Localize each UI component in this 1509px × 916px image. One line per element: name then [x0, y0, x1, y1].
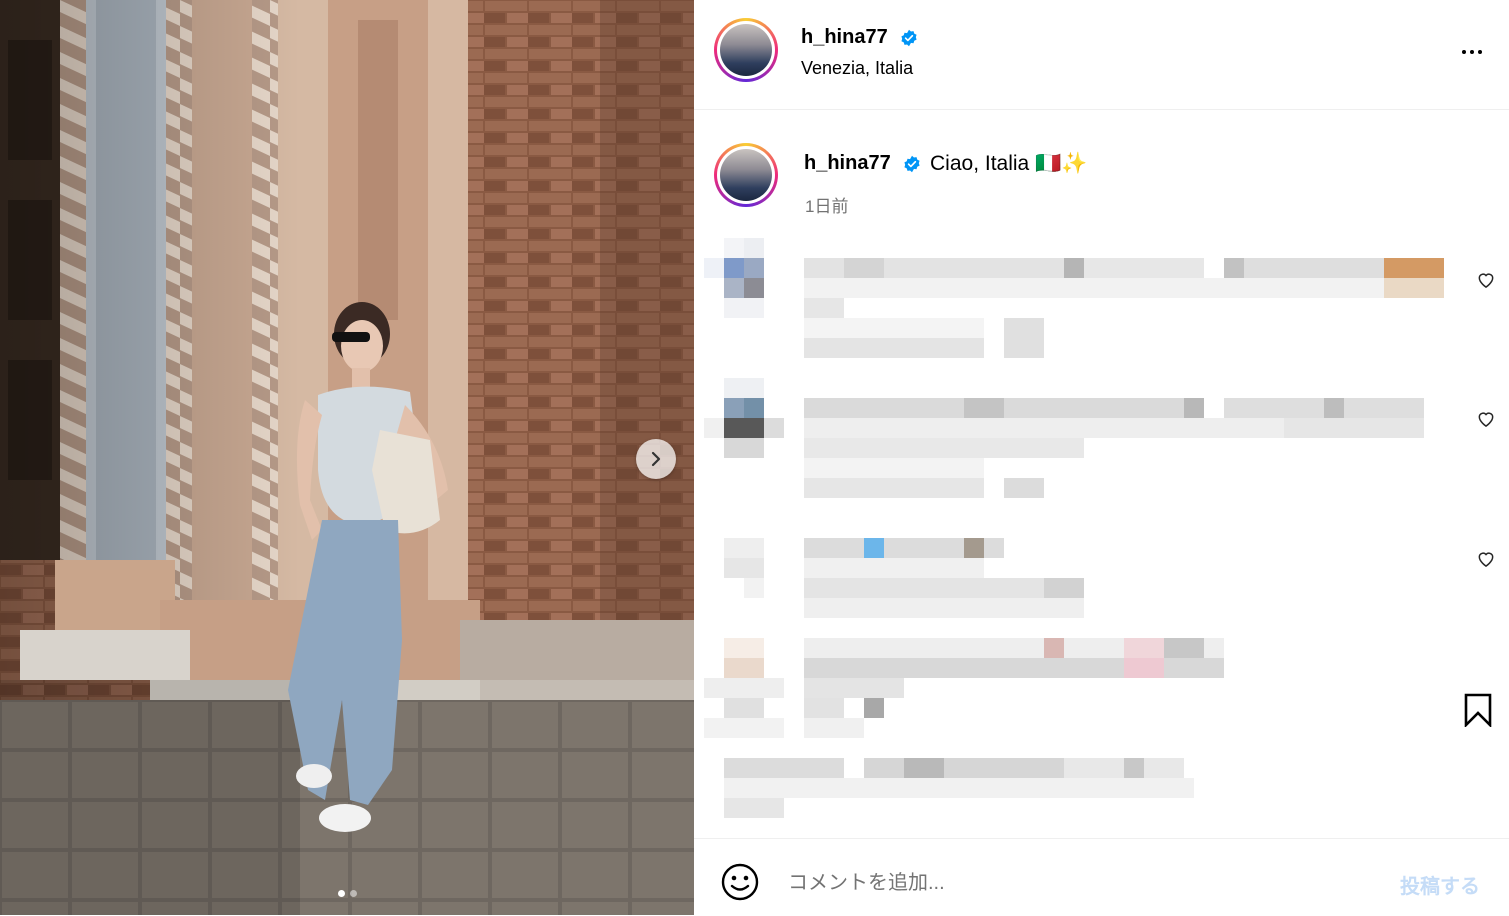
chevron-right-icon — [651, 451, 661, 467]
carousel-indicator — [0, 890, 694, 897]
like-heart-icon[interactable] — [1476, 270, 1496, 290]
carousel-dot — [349, 890, 357, 897]
post-photo — [0, 0, 694, 915]
caption-avatar[interactable] — [714, 143, 778, 207]
verified-badge-icon — [901, 29, 917, 47]
emoji-icon[interactable] — [720, 862, 760, 902]
carousel-dot — [337, 890, 345, 897]
avatar[interactable] — [714, 18, 778, 82]
comment-composer: 投稿する — [694, 838, 1509, 916]
bookmark-icon[interactable] — [1463, 693, 1493, 727]
comment-avatar-pixelated — [704, 378, 784, 458]
post-header: h_hina77 Venezia, Italia — [694, 0, 1509, 110]
comment-text-pixelated — [804, 538, 1084, 618]
post-comment-button[interactable]: 投稿する — [1400, 870, 1480, 899]
caption-text: Ciao, Italia 🇮🇹✨ — [930, 152, 1088, 175]
comment-text-pixelated — [804, 258, 1444, 358]
venice-wall-photo — [0, 0, 694, 915]
next-image-button[interactable] — [636, 439, 676, 479]
avatar-image — [720, 149, 772, 201]
comment-input[interactable] — [786, 865, 1350, 901]
more-options-button[interactable] — [1457, 40, 1487, 64]
like-heart-icon[interactable] — [1476, 549, 1496, 569]
more-dot-icon — [1470, 50, 1474, 54]
comment-avatar-pixelated — [724, 538, 764, 598]
comment-text-pixelated — [724, 758, 1194, 818]
post-location[interactable]: Venezia, Italia — [801, 58, 913, 79]
comment-avatar-pixelated — [704, 638, 784, 738]
header-username[interactable]: h_hina77 — [801, 26, 888, 49]
verified-badge-icon — [904, 155, 920, 173]
more-dot-icon — [1478, 50, 1482, 54]
like-heart-icon[interactable] — [1476, 409, 1496, 429]
comment-text-pixelated — [804, 638, 1224, 738]
comment-text-pixelated — [804, 398, 1424, 498]
post-timestamp[interactable]: 1日前 — [805, 192, 848, 217]
more-dot-icon — [1462, 50, 1466, 54]
caption-username[interactable]: h_hina77 — [804, 152, 891, 175]
comment-avatar-pixelated — [704, 238, 764, 318]
post-detail-panel: h_hina77 Venezia, Italia h_hina77 Ciao, … — [694, 0, 1509, 915]
avatar-image — [720, 24, 772, 76]
